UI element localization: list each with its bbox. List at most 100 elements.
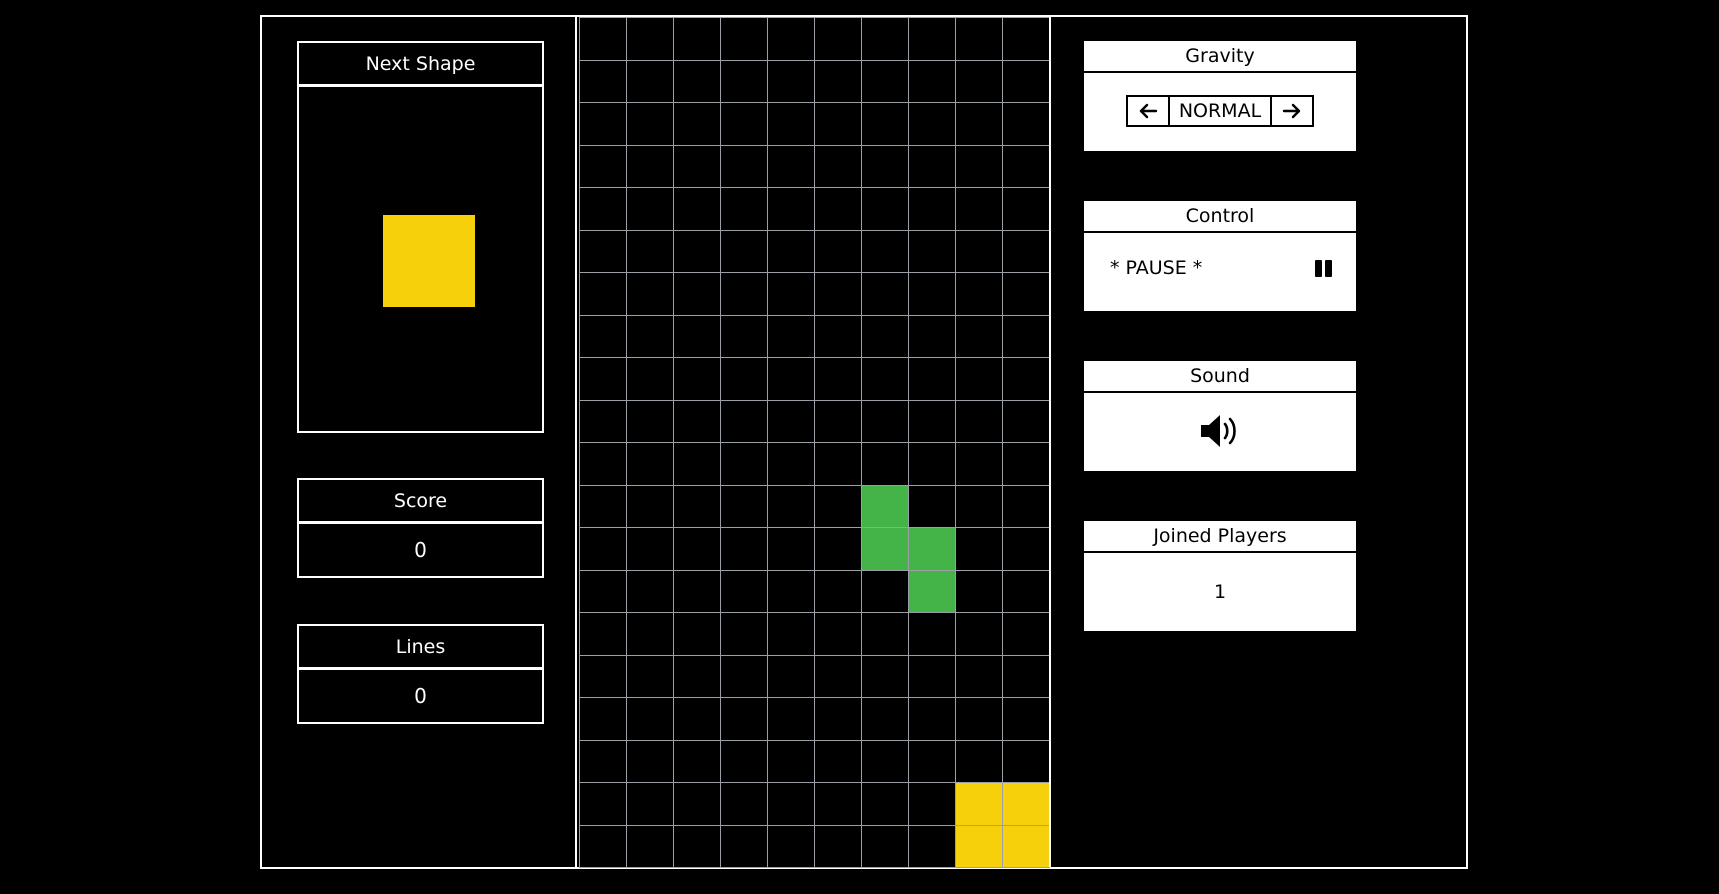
board-cell — [767, 187, 815, 231]
speaker-on-icon[interactable] — [1198, 411, 1242, 455]
board-cell — [1002, 654, 1050, 698]
gravity-value: NORMAL — [1168, 97, 1272, 125]
board-cell — [720, 824, 768, 868]
board-cell — [673, 782, 721, 826]
arrow-right-icon[interactable] — [1272, 97, 1312, 125]
board-cell — [814, 484, 862, 528]
board-cell — [673, 569, 721, 613]
board-cell — [908, 187, 956, 231]
board-cell — [1002, 612, 1050, 656]
board-cell — [955, 612, 1003, 656]
joined-players-value: 1 — [1213, 581, 1227, 603]
board-cell — [673, 824, 721, 868]
board-cell — [626, 187, 674, 231]
board-cell — [767, 527, 815, 571]
board-cell — [814, 612, 862, 656]
sound-title: Sound — [1084, 361, 1356, 393]
game-frame: Next Shape Score 0 Lines 0 Gravity NORMA… — [260, 15, 1468, 869]
board-cell — [1002, 187, 1050, 231]
board-cell — [626, 144, 674, 188]
board-cell — [861, 697, 909, 741]
board-cell — [861, 272, 909, 316]
board-cell — [1002, 102, 1050, 146]
board-cell — [955, 697, 1003, 741]
board-cell — [908, 314, 956, 358]
board-cell — [720, 739, 768, 783]
board-cell — [767, 144, 815, 188]
game-app: Next Shape Score 0 Lines 0 Gravity NORMA… — [0, 0, 1719, 894]
board-cell — [626, 527, 674, 571]
gravity-title: Gravity — [1084, 41, 1356, 73]
board-cell — [861, 782, 909, 826]
joined-players-title: Joined Players — [1084, 521, 1356, 553]
board-cell — [1002, 697, 1050, 741]
board-cell — [579, 782, 627, 826]
board-cell — [908, 357, 956, 401]
next-shape-preview — [299, 87, 542, 469]
board-cell-filled — [955, 824, 1003, 868]
board-cell — [1002, 527, 1050, 571]
board-cell — [908, 399, 956, 443]
board-cell — [673, 229, 721, 273]
board-cell — [626, 272, 674, 316]
board-cell — [814, 272, 862, 316]
board-cell-filled — [908, 569, 956, 613]
board-cell — [720, 697, 768, 741]
board-cell — [720, 314, 768, 358]
board-cell — [767, 612, 815, 656]
board-cell — [767, 782, 815, 826]
arrow-left-icon[interactable] — [1128, 97, 1168, 125]
board-cell — [814, 697, 862, 741]
board-cell — [955, 357, 1003, 401]
board-cell — [579, 739, 627, 783]
control-row: * PAUSE * — [1110, 257, 1332, 279]
board-cell — [626, 357, 674, 401]
board-cell-filled — [861, 484, 909, 528]
board-cell — [579, 229, 627, 273]
board-cell — [861, 824, 909, 868]
board-cell-filled — [1002, 782, 1050, 826]
board-cell — [626, 739, 674, 783]
board-cell — [673, 484, 721, 528]
board-cell — [861, 569, 909, 613]
board-cell — [1002, 484, 1050, 528]
board-cell — [720, 612, 768, 656]
board-cell — [767, 229, 815, 273]
board-cell — [814, 357, 862, 401]
board-cell — [720, 399, 768, 443]
board-cell — [579, 484, 627, 528]
board-cell — [720, 654, 768, 698]
board-cell — [908, 484, 956, 528]
game-board[interactable] — [579, 17, 1050, 868]
board-cell — [767, 102, 815, 146]
board-cell — [579, 59, 627, 103]
board-cell — [955, 17, 1003, 61]
board-cell — [955, 569, 1003, 613]
board-cell — [673, 17, 721, 61]
board-cell — [673, 272, 721, 316]
next-shape-panel: Next Shape — [297, 41, 544, 433]
board-cell — [861, 399, 909, 443]
pause-icon[interactable] — [1315, 259, 1332, 277]
board-cell — [626, 782, 674, 826]
board-cell-filled — [861, 527, 909, 571]
board-cell — [861, 739, 909, 783]
board-cell — [955, 59, 1003, 103]
board-cell — [1002, 314, 1050, 358]
board-cell — [626, 102, 674, 146]
board-cell — [955, 144, 1003, 188]
board-cell — [861, 59, 909, 103]
board-cell — [908, 442, 956, 486]
board-cell — [673, 442, 721, 486]
board-cell — [579, 399, 627, 443]
score-value: 0 — [414, 538, 427, 562]
board-cell — [720, 229, 768, 273]
board-cell — [720, 484, 768, 528]
board-cell — [908, 612, 956, 656]
pause-status-label: * PAUSE * — [1110, 257, 1203, 279]
board-cell — [767, 399, 815, 443]
board-cell — [579, 272, 627, 316]
board-cell — [673, 739, 721, 783]
board-cell — [626, 484, 674, 528]
control-title: Control — [1084, 201, 1356, 233]
